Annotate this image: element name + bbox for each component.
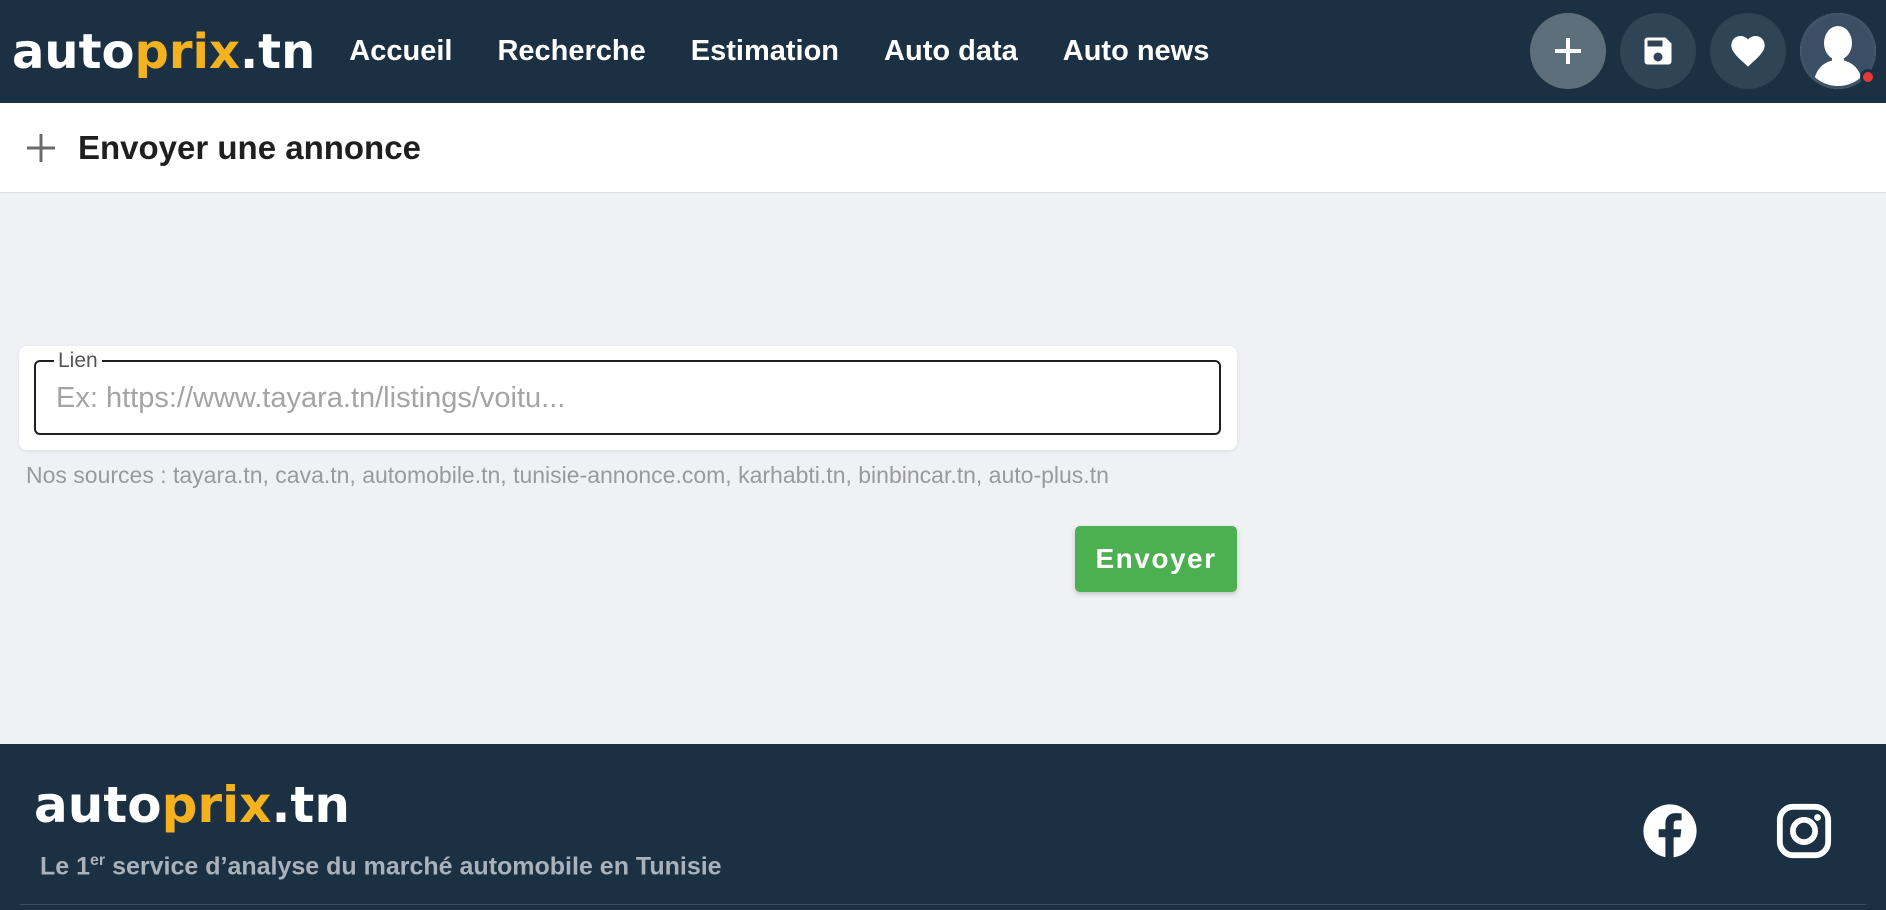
- link-field: Lien: [34, 350, 1221, 435]
- nav-link-auto-data[interactable]: Auto data: [884, 35, 1018, 68]
- footer-divider: [20, 904, 1866, 905]
- link-field-label: Lien: [54, 350, 102, 372]
- plus-icon: [1555, 38, 1581, 64]
- logo-part-tn: .tn: [239, 23, 316, 80]
- main-nav: Accueil Recherche Estimation Auto data A…: [349, 35, 1254, 68]
- footer-logo-part-tn: .tn: [271, 776, 350, 834]
- footer-logo[interactable]: autoprix.tn: [34, 780, 350, 830]
- favorites-button[interactable]: [1710, 13, 1786, 89]
- page-title: Envoyer une annonce: [78, 128, 421, 166]
- nav-link-estimation[interactable]: Estimation: [691, 35, 839, 68]
- save-icon: [1644, 37, 1672, 65]
- tagline-superscript: er: [90, 852, 106, 869]
- nav-link-recherche[interactable]: Recherche: [497, 35, 645, 68]
- instagram-icon[interactable]: [1775, 802, 1833, 860]
- add-listing-button[interactable]: [1530, 13, 1606, 89]
- logo-part-prix: prix: [134, 23, 240, 80]
- footer-logo-part-prix: prix: [161, 776, 272, 834]
- nav-link-accueil[interactable]: Accueil: [349, 35, 452, 68]
- footer: autoprix.tn Le 1er service d’analyse du …: [0, 744, 1886, 910]
- nav-actions: [1516, 13, 1876, 89]
- sources-hint: Nos sources : tayara.tn, cava.tn, automo…: [26, 462, 1109, 488]
- tagline-prefix: Le 1: [40, 852, 91, 881]
- logo-part-auto: auto: [12, 23, 135, 80]
- top-navbar: autoprix.tn Accueil Recherche Estimation…: [0, 0, 1886, 103]
- section-header: Envoyer une annonce: [0, 103, 1886, 193]
- notification-dot: [1860, 69, 1876, 85]
- submit-button[interactable]: Envoyer: [1075, 526, 1237, 592]
- footer-logo-part-auto: auto: [34, 776, 162, 834]
- footer-tagline: Le 1er service d’analyse du marché autom…: [40, 852, 722, 881]
- tagline-text: service d’analyse du marché automobile e…: [105, 852, 722, 881]
- user-avatar[interactable]: [1800, 13, 1876, 89]
- plus-icon: [27, 133, 55, 162]
- nav-link-auto-news[interactable]: Auto news: [1063, 35, 1210, 68]
- heart-icon: [1731, 36, 1765, 67]
- facebook-icon[interactable]: [1641, 802, 1699, 860]
- link-input[interactable]: [56, 380, 1196, 416]
- saved-searches-button[interactable]: [1620, 13, 1696, 89]
- site-logo[interactable]: autoprix.tn: [12, 28, 315, 76]
- link-form-card: Lien: [19, 346, 1237, 450]
